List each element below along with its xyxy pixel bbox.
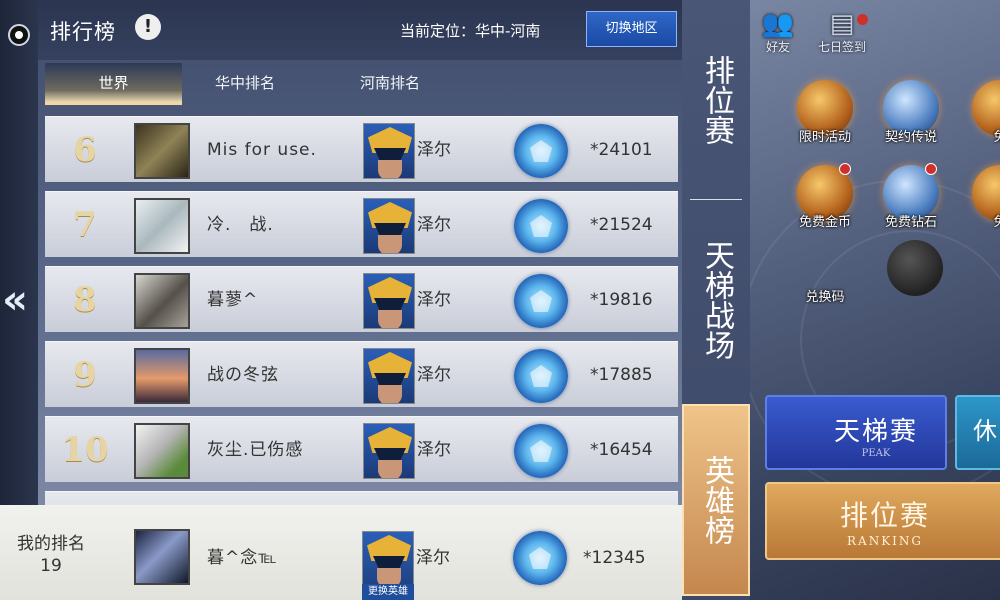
hero-name: 泽尔	[416, 548, 450, 568]
tab-divider	[690, 199, 742, 200]
free-diamond-button[interactable]: 免费钻石	[876, 163, 946, 230]
rank-number: 6	[73, 130, 97, 170]
player-name: 灰尘.已伤感	[207, 440, 304, 460]
rank-number: 10	[61, 430, 109, 470]
checkin-label: 七日签到	[817, 40, 866, 54]
rank-medal-icon	[514, 124, 568, 178]
player-name: 战の冬弦	[207, 365, 279, 385]
casual-mode-button[interactable]: 休	[955, 395, 1000, 470]
avatar	[134, 423, 190, 479]
page-title: 排行榜	[50, 20, 116, 44]
back-button[interactable]	[8, 24, 30, 46]
contract-label: 契约传说	[884, 130, 937, 145]
ranking-list: 6 Mis for use. 泽尔 *24101 7 冷. 战. 泽尔 *215…	[45, 116, 678, 511]
score-value: *12345	[583, 548, 646, 568]
table-row[interactable]: 10 灰尘.已伤感 泽尔 *16454	[45, 416, 678, 482]
my-rank-label: 我的排名 19	[10, 533, 92, 577]
rank-medal-icon	[514, 349, 568, 403]
redeem-code-label: 兑换码	[805, 290, 845, 305]
friends-button[interactable]: 👥 好友	[748, 10, 808, 55]
limited-event-button[interactable]: 限时活动	[790, 80, 860, 145]
avatar	[134, 123, 190, 179]
friends-icon: 👥	[761, 9, 795, 39]
redeem-code-button[interactable]: 兑换码	[790, 240, 860, 305]
current-location: 当前定位：华中-河南	[400, 22, 541, 40]
player-name: 暮^念℡	[207, 548, 278, 568]
hero-name: 泽尔	[417, 365, 451, 385]
hero-portrait	[363, 348, 415, 404]
casual-mode-title: 休	[973, 417, 997, 445]
switch-region-button[interactable]: 切换地区	[586, 11, 677, 47]
hero-portrait	[363, 123, 415, 179]
notification-dot	[857, 14, 868, 25]
limited-event-label: 限时活动	[798, 130, 851, 145]
tab-central-china[interactable]: 华中排名	[185, 63, 305, 105]
table-row[interactable]: 8 暮蓼^ 泽尔 *19816	[45, 266, 678, 332]
hero-name: 泽尔	[417, 440, 451, 460]
speaker-icon	[887, 240, 943, 296]
friends-label: 好友	[765, 40, 790, 54]
hero-portrait	[363, 198, 415, 254]
free-gold-button[interactable]: 免费金币	[790, 163, 860, 230]
player-name: Mis for use.	[207, 140, 317, 160]
info-icon[interactable]: !	[135, 14, 161, 40]
table-row[interactable]: 7 冷. 战. 泽尔 *21524	[45, 191, 678, 257]
peak-mode-title: 天梯赛	[833, 417, 918, 447]
tab-henan[interactable]: 河南排名	[325, 63, 455, 105]
tab-world[interactable]: 世界	[45, 63, 182, 105]
panel-header: 排行榜 ! 当前定位：华中-河南 切换地区	[38, 0, 684, 60]
ranking-mode-title: 排位赛	[839, 499, 930, 532]
rank-number: 8	[73, 280, 97, 320]
category-tabs: 排位赛 天梯战场 英雄榜	[682, 0, 750, 600]
table-row[interactable]: 6 Mis for use. 泽尔 *24101	[45, 116, 678, 182]
hero-name: 泽尔	[417, 140, 451, 160]
player-name: 暮蓼^	[207, 290, 259, 310]
score-value: *17885	[590, 365, 653, 385]
score-value: *24101	[590, 140, 653, 160]
hero-name: 泽尔	[417, 290, 451, 310]
notification-dot	[925, 163, 937, 175]
hero-name: 泽尔	[417, 215, 451, 235]
avatar	[134, 529, 190, 585]
score-value: *19816	[590, 290, 653, 310]
tab-ranked[interactable]: 排位赛	[682, 40, 750, 160]
tab-ladder[interactable]: 天梯战场	[682, 220, 750, 380]
peak-mode-subtitle: PEAK	[861, 448, 891, 459]
rank-medal-icon	[514, 424, 568, 478]
region-tabs: 世界 华中排名 河南排名	[45, 63, 665, 105]
contract-button[interactable]: 契约传说	[876, 80, 946, 145]
table-row[interactable]: 9 战の冬弦 泽尔 *17885	[45, 341, 678, 407]
change-hero-button[interactable]: 更换英雄	[362, 584, 414, 600]
notification-dot	[839, 163, 851, 175]
score-value: *16454	[590, 440, 653, 460]
rank-medal-icon	[514, 274, 568, 328]
ranking-mode-subtitle: RANKING	[847, 534, 923, 548]
avatar	[134, 198, 190, 254]
free-diamond-label: 免费钻石	[884, 215, 937, 230]
ranking-mode-button[interactable]: 排位赛 RANKING	[765, 482, 1000, 560]
rank-number: 9	[73, 355, 97, 395]
hero-portrait	[363, 423, 415, 479]
my-rank-title: 我的排名	[17, 534, 85, 554]
checkin-button[interactable]: ▤ 七日签到	[812, 10, 872, 55]
score-value: *21524	[590, 215, 653, 235]
avatar	[134, 273, 190, 329]
peak-mode-button[interactable]: 天梯赛 PEAK	[765, 395, 947, 470]
free-gold-label: 免费金币	[798, 215, 851, 230]
sound-toggle-button[interactable]	[880, 240, 950, 296]
my-rank-number: 19	[40, 556, 62, 576]
player-name: 冷. 战.	[207, 215, 274, 235]
hero-portrait	[363, 273, 415, 329]
free-item2-button[interactable]: 免	[965, 165, 1000, 230]
rank-medal-icon	[513, 531, 567, 585]
my-rank-row: 我的排名 19 暮^念℡ 泽尔 *12345	[0, 505, 684, 600]
rank-number: 7	[73, 205, 97, 245]
free-item2-label: 免	[993, 215, 1000, 230]
rank-medal-icon	[514, 199, 568, 253]
avatar	[134, 348, 190, 404]
free-item-button[interactable]: 免	[965, 80, 1000, 145]
tab-hero-board[interactable]: 英雄榜	[682, 404, 750, 596]
free-item-label: 免	[993, 130, 1000, 145]
collapse-arrow-icon[interactable]: «	[0, 275, 30, 325]
